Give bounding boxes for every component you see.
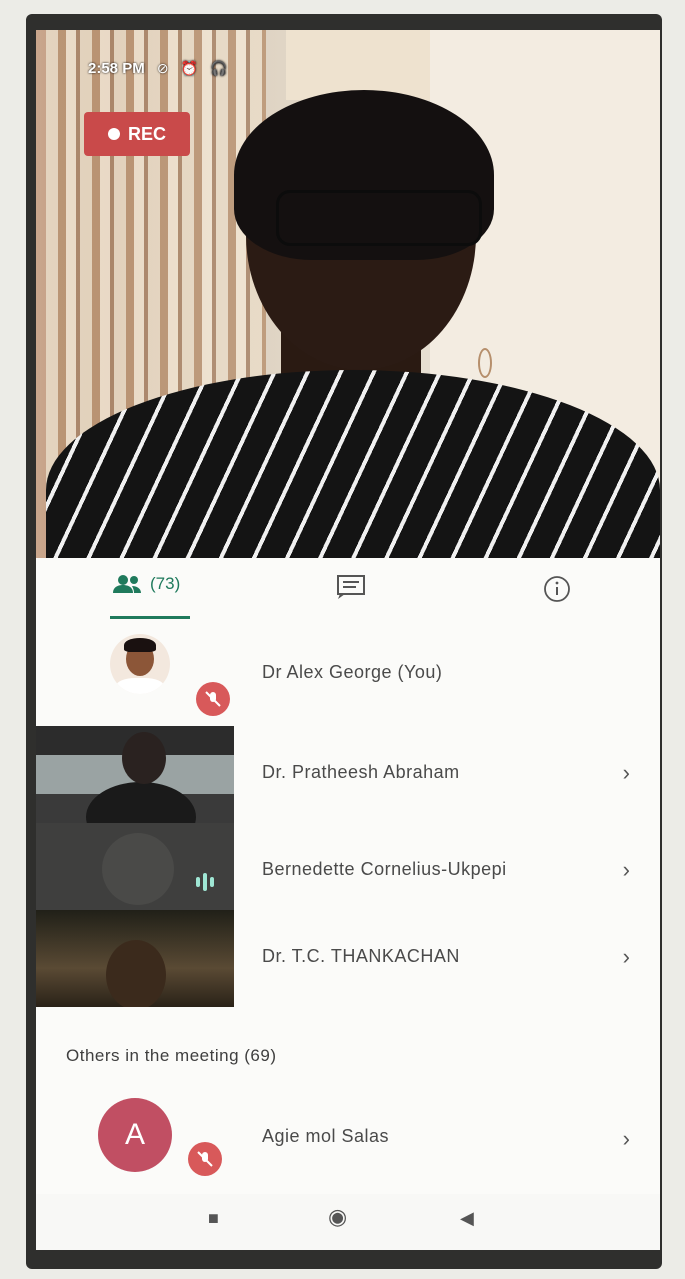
people-icon xyxy=(113,575,141,593)
chevron-right-icon: › xyxy=(622,760,630,785)
meeting-tabs: (73) xyxy=(36,558,660,622)
participant-row[interactable]: Dr. Pratheesh Abraham › xyxy=(36,726,660,823)
do-not-disturb-icon: ⊘ xyxy=(156,60,169,76)
headphones-icon: 🎧 xyxy=(210,60,228,76)
people-count: (73) xyxy=(150,574,181,593)
tab-info[interactable] xyxy=(542,574,572,604)
participant-row[interactable]: Bernedette Cornelius-Ukpepi › xyxy=(36,823,660,920)
chevron-right-icon: › xyxy=(622,1126,630,1151)
home-icon[interactable]: ◉ xyxy=(328,1204,347,1230)
participant-row[interactable]: Dr. T.C. THANKACHAN › xyxy=(36,910,660,1007)
recents-icon[interactable]: ■ xyxy=(208,1208,219,1229)
record-dot-icon xyxy=(107,128,120,140)
tab-chat[interactable] xyxy=(336,574,366,600)
participant-name: Agie mol Salas xyxy=(262,1126,390,1146)
android-nav-bar: ■ ◉ ◀ xyxy=(36,1194,660,1250)
chevron-right-icon: › xyxy=(622,857,630,882)
avatar xyxy=(110,634,170,694)
participant-name: Dr. Pratheesh Abraham xyxy=(262,762,460,782)
chevron-right-icon: › xyxy=(622,944,630,969)
meeting-screen: 2:58 PM ⊘ ⏰ 🎧 REC (73) Dr Alex George (Y… xyxy=(36,30,660,1250)
participant-row[interactable]: A Agie mol Salas › xyxy=(36,1090,660,1190)
speaking-indicator-icon xyxy=(196,873,214,891)
speaker-video[interactable]: 2:58 PM ⊘ ⏰ 🎧 REC xyxy=(36,30,660,558)
participant-name: Dr Alex George (You) xyxy=(262,662,443,682)
recording-label: REC xyxy=(127,123,166,144)
participant-video xyxy=(36,823,234,920)
back-icon[interactable]: ◀ xyxy=(460,1208,474,1229)
status-time: 2:58 PM xyxy=(88,60,145,77)
speaker-glasses xyxy=(276,190,482,246)
mic-off-icon xyxy=(188,1142,222,1176)
recording-badge: REC xyxy=(84,112,190,156)
participant-row[interactable]: Dr Alex George (You) xyxy=(36,626,660,723)
tab-people[interactable]: (73) xyxy=(112,574,180,594)
avatar: A xyxy=(98,1098,172,1172)
alarm-icon: ⏰ xyxy=(180,60,199,76)
participant-video xyxy=(36,910,234,1007)
chat-icon xyxy=(337,575,365,599)
mic-off-icon xyxy=(196,682,230,716)
info-icon xyxy=(544,576,570,602)
status-bar: 2:58 PM ⊘ ⏰ 🎧 xyxy=(88,60,228,77)
active-tab-indicator xyxy=(110,616,190,619)
participant-video xyxy=(36,726,234,823)
participant-name: Dr. T.C. THANKACHAN xyxy=(262,946,460,966)
participant-name: Bernedette Cornelius-Ukpepi xyxy=(262,859,507,879)
others-heading: Others in the meeting (69) xyxy=(66,1046,277,1065)
